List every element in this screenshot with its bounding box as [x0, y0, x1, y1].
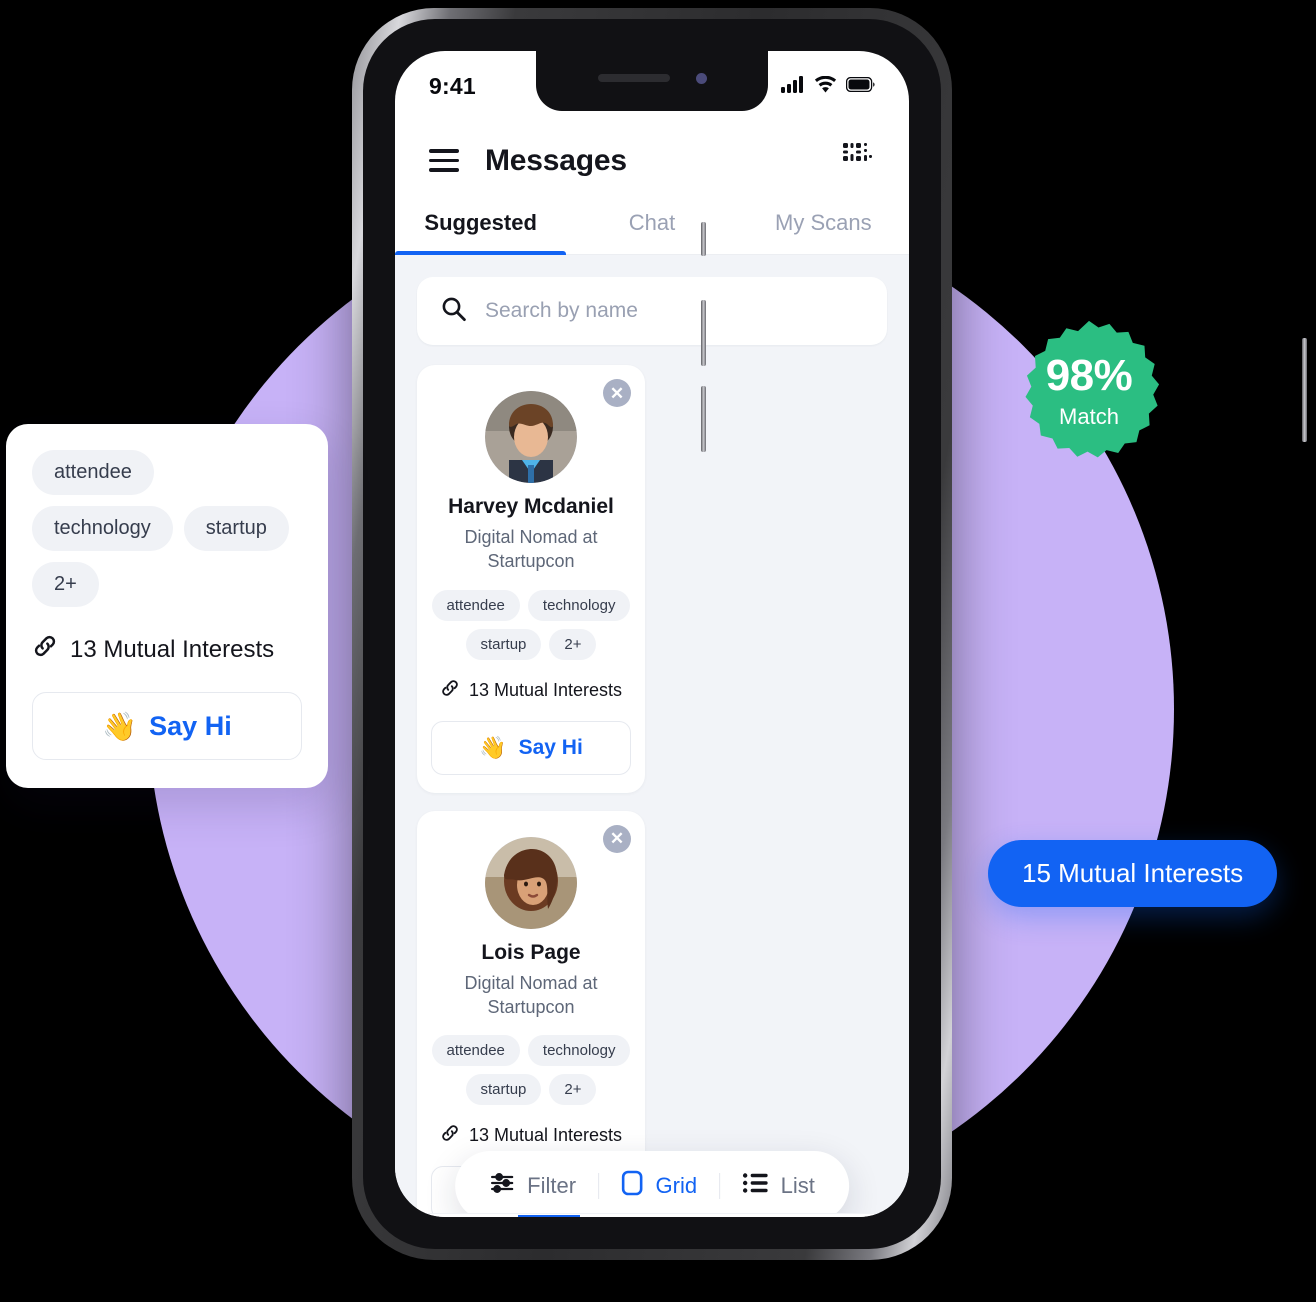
header-left-group: Messages — [429, 144, 627, 178]
silent-switch[interactable] — [701, 222, 706, 256]
match-percent: 98% — [1045, 351, 1133, 400]
tag[interactable]: startup — [465, 628, 542, 660]
volume-up-button[interactable] — [701, 300, 706, 366]
wave-hand-icon: 👋 — [102, 710, 138, 742]
wifi-icon — [814, 75, 837, 98]
filter-button[interactable]: Filter — [489, 1170, 576, 1202]
avatar — [485, 836, 577, 929]
tab-suggested[interactable]: Suggested — [395, 200, 567, 256]
status-icons — [781, 73, 875, 98]
search-input[interactable]: Search by name — [417, 277, 887, 345]
tag[interactable]: attendee — [431, 1035, 520, 1067]
power-button[interactable] — [1302, 338, 1307, 442]
mutual-interests: 13 Mutual Interests — [32, 633, 302, 666]
status-time: 9:41 — [429, 73, 476, 99]
bottom-navigation: Overview Schedule Speakers — [395, 1213, 909, 1217]
list-view-icon — [743, 1172, 769, 1200]
tab-my-scans[interactable]: My Scans — [738, 200, 909, 254]
say-hi-button[interactable]: 👋 Say Hi — [431, 720, 631, 775]
mutual-interests-pill: 15 Mutual Interests — [988, 840, 1278, 907]
tag-list: attendee technology startup 2+ — [431, 589, 631, 660]
match-badge-content: 98% Match — [1046, 354, 1133, 428]
hamburger-menu-icon[interactable] — [429, 149, 459, 172]
page-title: Messages — [485, 143, 627, 177]
card-role: Digital Nomad at Startupcon — [464, 527, 598, 572]
tag[interactable]: startup — [465, 1074, 542, 1106]
floating-interests-card: attendee technology startup 2+ 13 Mutual… — [6, 424, 328, 788]
suggestion-grid: ✕ Harvey Mcdaniel Digital Nomad at Start… — [417, 365, 887, 1213]
tag[interactable]: startup — [183, 506, 289, 551]
tag-list: attendee technology startup 2+ — [32, 450, 302, 607]
front-camera — [695, 72, 707, 84]
close-icon[interactable]: ✕ — [603, 824, 631, 853]
say-hi-label: Say Hi — [149, 710, 232, 741]
mutual-interests: 13 Mutual Interests — [431, 1123, 631, 1148]
phone-screen: 9:41 Messages Suggested Chat My Scans Se… — [395, 51, 909, 1217]
match-badge: 98% Match — [999, 318, 1179, 464]
wave-hand-icon: 👋 — [479, 734, 507, 760]
link-icon — [32, 633, 58, 666]
avatar — [485, 391, 577, 483]
tag-more[interactable]: 2+ — [32, 562, 99, 607]
search-placeholder: Search by name — [485, 299, 638, 322]
scene: 9:41 Messages Suggested Chat My Scans Se… — [0, 0, 1316, 1302]
say-hi-label: Say Hi — [518, 735, 583, 759]
tag[interactable]: attendee — [32, 450, 154, 495]
phone-bezel: 9:41 Messages Suggested Chat My Scans Se… — [363, 19, 941, 1249]
tag[interactable]: attendee — [431, 589, 520, 621]
link-icon — [440, 678, 460, 703]
mutual-interests-label: 13 Mutual Interests — [70, 635, 275, 663]
earpiece-speaker — [597, 74, 670, 82]
content-area: Search by name ✕ Harvey Mcdaniel Digital… — [395, 255, 909, 1213]
volume-down-button[interactable] — [701, 386, 706, 452]
mutual-interests: 13 Mutual Interests — [431, 678, 631, 703]
view-controls-bar: Filter Grid List — [455, 1151, 849, 1213]
tag[interactable]: technology — [32, 506, 173, 551]
mutual-interests-label: 13 Mutual Interests — [468, 679, 623, 700]
grid-view-icon — [622, 1170, 644, 1202]
sliders-icon — [489, 1170, 515, 1202]
filter-label: Filter — [527, 1173, 577, 1198]
card-role: Digital Nomad at Startupcon — [464, 972, 598, 1017]
tag-list: attendee technology startup 2+ — [431, 1035, 631, 1106]
list-view-button[interactable]: List — [743, 1172, 815, 1200]
divider — [598, 1173, 600, 1199]
tag-more[interactable]: 2+ — [549, 1074, 597, 1106]
card-name: Lois Page — [481, 940, 581, 964]
mutual-interests-label: 13 Mutual Interests — [468, 1125, 623, 1146]
tab-bar: Suggested Chat My Scans — [395, 200, 909, 256]
status-bar: 9:41 — [395, 51, 909, 125]
grid-label: Grid — [655, 1173, 698, 1198]
tag-more[interactable]: 2+ — [549, 628, 597, 660]
qr-scan-icon[interactable] — [841, 141, 875, 180]
notch — [536, 51, 768, 111]
cellular-signal-icon — [781, 76, 805, 98]
phone-device: 9:41 Messages Suggested Chat My Scans Se… — [352, 8, 1307, 1260]
grid-view-button[interactable]: Grid — [622, 1170, 698, 1202]
divider — [719, 1173, 721, 1199]
battery-icon — [845, 76, 875, 97]
search-icon — [441, 296, 467, 327]
app-header: Messages — [395, 125, 909, 200]
close-icon[interactable]: ✕ — [603, 379, 631, 407]
card-name: Harvey Mcdaniel — [448, 495, 614, 518]
say-hi-button[interactable]: 👋 Say Hi — [32, 692, 302, 760]
tag[interactable]: technology — [527, 589, 631, 621]
suggestion-card[interactable]: ✕ Harvey Mcdaniel Digital Nomad at Start… — [417, 365, 645, 793]
match-label: Match — [1059, 404, 1119, 429]
tab-chat[interactable]: Chat — [566, 200, 737, 254]
tag[interactable]: technology — [527, 1035, 631, 1067]
link-icon — [440, 1123, 460, 1148]
list-label: List — [780, 1173, 815, 1198]
